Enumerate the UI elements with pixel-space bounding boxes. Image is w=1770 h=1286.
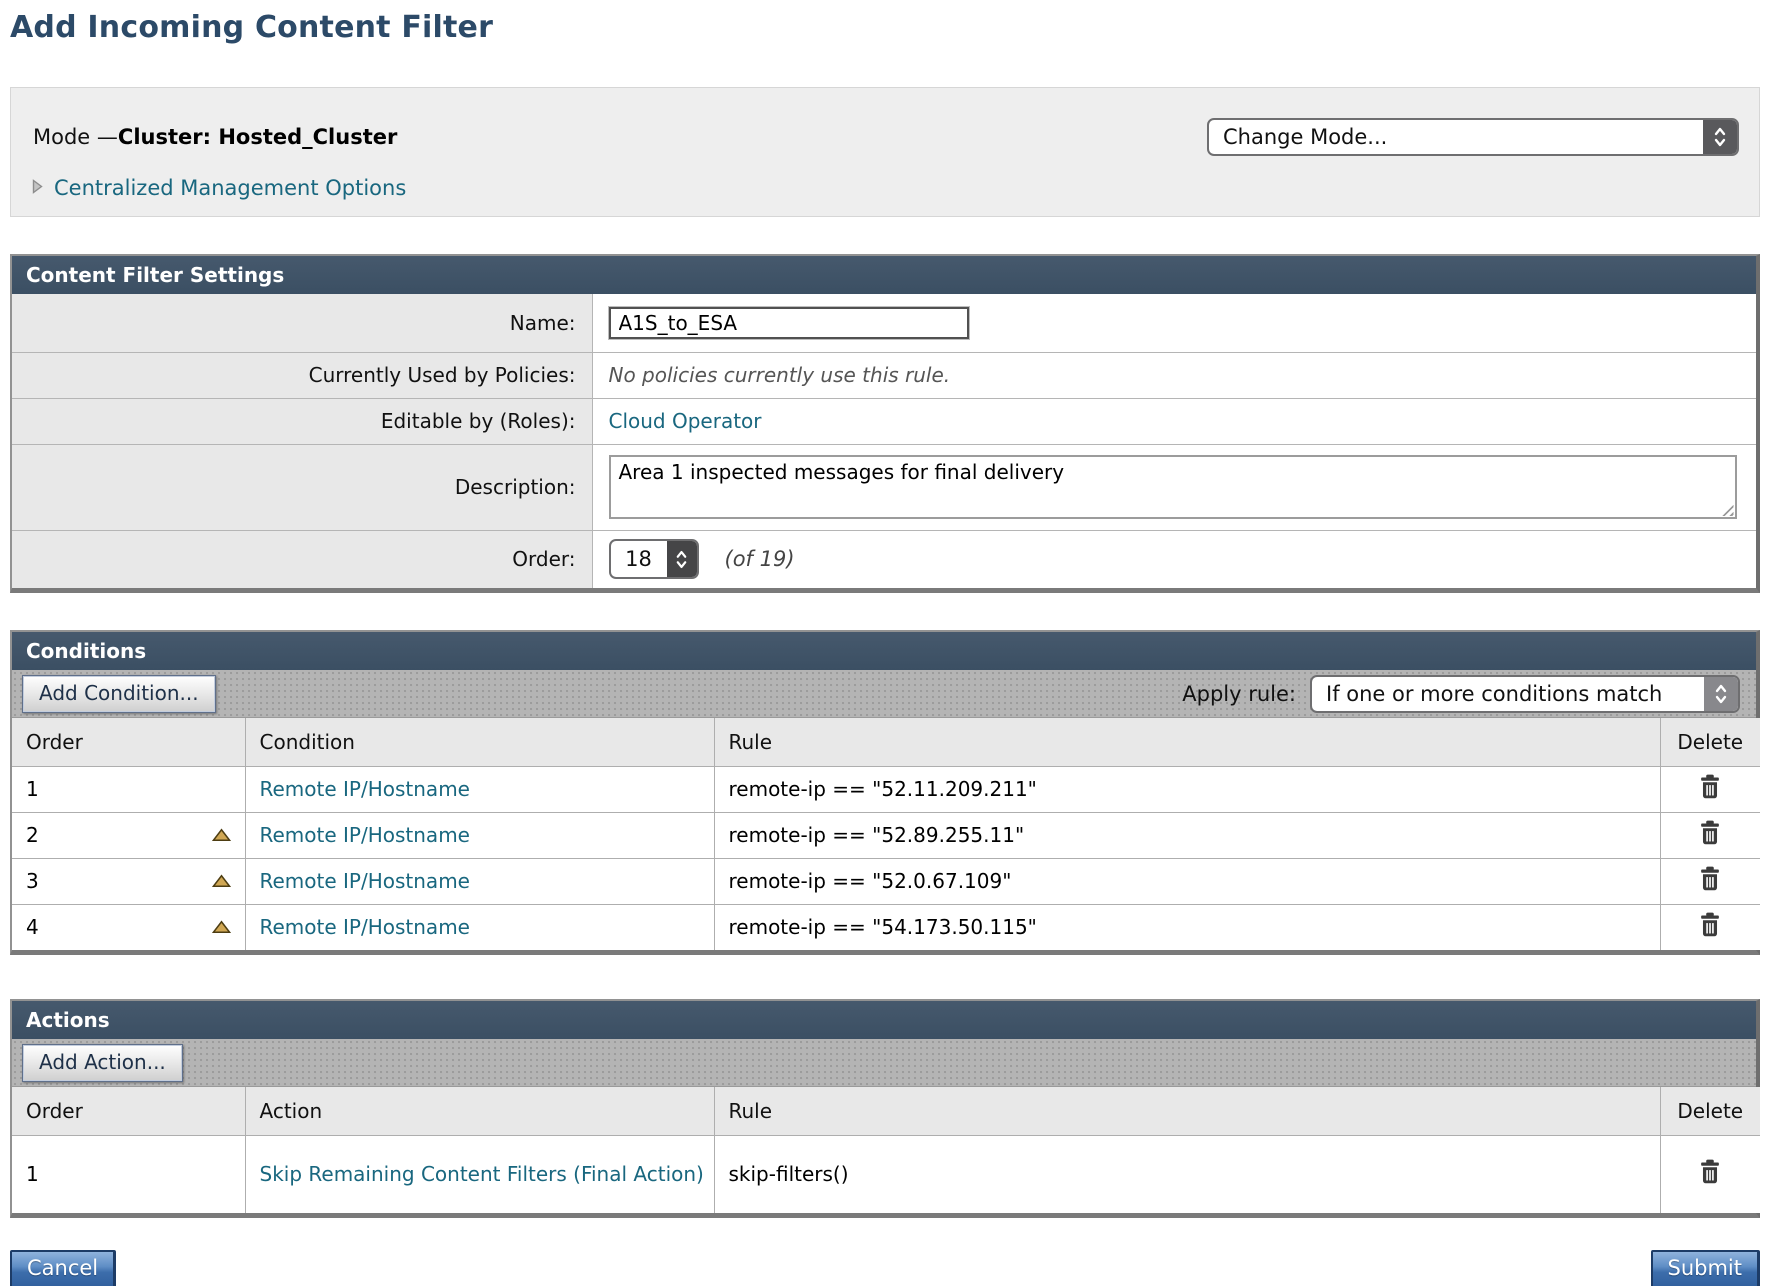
actions-panel-header: Actions: [12, 1001, 1756, 1039]
condition-order: 4: [26, 915, 39, 939]
actions-col-action: Action: [245, 1087, 714, 1135]
description-textarea[interactable]: Area 1 inspected messages for final deli…: [609, 455, 1737, 519]
condition-row: 3 Remote IP/Hostname remote-ip == "52.0.…: [12, 858, 1760, 904]
trash-icon[interactable]: [1697, 773, 1723, 800]
condition-link[interactable]: Remote IP/Hostname: [260, 823, 470, 847]
trash-icon[interactable]: [1697, 819, 1723, 846]
mode-value: Cluster: Hosted_Cluster: [118, 125, 397, 149]
condition-link[interactable]: Remote IP/Hostname: [260, 777, 470, 801]
up-down-chevrons-icon: [1704, 677, 1738, 711]
order-select-value: 18: [611, 541, 667, 577]
policies-value: No policies currently use this rule.: [592, 352, 1756, 398]
page-title: Add Incoming Content Filter: [10, 10, 1770, 45]
condition-rule: remote-ip == "52.89.255.11": [729, 823, 1025, 847]
cloud-operator-link[interactable]: Cloud Operator: [609, 409, 762, 433]
settings-row-editable: Editable by (Roles): Cloud Operator: [12, 398, 1756, 444]
centralized-management-options-link[interactable]: Centralized Management Options: [54, 176, 406, 200]
conditions-panel-header: Conditions: [12, 632, 1756, 670]
condition-link[interactable]: Remote IP/Hostname: [260, 915, 470, 939]
settings-row-order: Order: 18 (of 19): [12, 530, 1756, 588]
apply-rule-select[interactable]: If one or more conditions match: [1310, 675, 1740, 713]
order-label: Order:: [12, 530, 592, 588]
settings-panel-header: Content Filter Settings: [12, 256, 1756, 294]
footer: Cancel Submit: [10, 1250, 1760, 1286]
description-label: Description:: [12, 444, 592, 530]
add-condition-button[interactable]: Add Condition...: [22, 675, 216, 713]
right-triangle-icon: [31, 178, 44, 199]
move-up-triangle-icon[interactable]: [212, 920, 231, 934]
move-up-triangle-icon[interactable]: [212, 828, 231, 842]
condition-row: 4 Remote IP/Hostname remote-ip == "54.17…: [12, 904, 1760, 950]
conditions-header-row: Order Condition Rule Delete: [12, 718, 1760, 766]
action-rule: skip-filters(): [729, 1162, 849, 1186]
conditions-col-order: Order: [12, 718, 245, 766]
actions-col-rule: Rule: [714, 1087, 1660, 1135]
actions-col-delete: Delete: [1660, 1087, 1760, 1135]
apply-rule-label: Apply rule:: [1182, 682, 1296, 706]
up-down-chevrons-icon: [1703, 120, 1737, 154]
actions-panel: Actions Add Action... Order Action Rule …: [10, 999, 1760, 1218]
order-select[interactable]: 18: [609, 539, 699, 579]
condition-order: 3: [26, 869, 39, 893]
actions-toolbar: Add Action...: [12, 1039, 1756, 1087]
mode-panel: Mode —Cluster: Hosted_Cluster Change Mod…: [10, 87, 1760, 217]
condition-row: 1 Remote IP/Hostname remote-ip == "52.11…: [12, 766, 1760, 812]
conditions-col-condition: Condition: [245, 718, 714, 766]
condition-order: 1: [26, 777, 39, 801]
action-row: 1 Skip Remaining Content Filters (Final …: [12, 1135, 1760, 1213]
conditions-panel: Conditions Add Condition... Apply rule: …: [10, 630, 1760, 955]
name-label: Name:: [12, 294, 592, 352]
add-incoming-content-filter-page: Add Incoming Content Filter Mode —Cluste…: [0, 0, 1770, 1286]
settings-row-policies: Currently Used by Policies: No policies …: [12, 352, 1756, 398]
condition-rule: remote-ip == "54.173.50.115": [729, 915, 1037, 939]
actions-header-row: Order Action Rule Delete: [12, 1087, 1760, 1135]
trash-icon[interactable]: [1697, 1158, 1723, 1185]
up-down-chevrons-icon: [667, 541, 697, 577]
actions-col-order: Order: [12, 1087, 245, 1135]
action-link[interactable]: Skip Remaining Content Filters (Final Ac…: [260, 1156, 704, 1193]
change-mode-select[interactable]: Change Mode...: [1207, 118, 1739, 156]
add-action-button[interactable]: Add Action...: [22, 1044, 183, 1082]
content-filter-settings-panel: Content Filter Settings Name: Currently …: [10, 254, 1760, 593]
centralized-management-row[interactable]: Centralized Management Options: [31, 176, 1759, 200]
move-up-triangle-icon[interactable]: [212, 874, 231, 888]
condition-order: 2: [26, 823, 39, 847]
conditions-toolbar: Add Condition... Apply rule: If one or m…: [12, 670, 1756, 718]
condition-link[interactable]: Remote IP/Hostname: [260, 869, 470, 893]
submit-button[interactable]: Submit: [1651, 1250, 1761, 1286]
conditions-col-rule: Rule: [714, 718, 1660, 766]
settings-row-description: Description: Area 1 inspected messages f…: [12, 444, 1756, 530]
policies-label: Currently Used by Policies:: [12, 352, 592, 398]
editable-label: Editable by (Roles):: [12, 398, 592, 444]
cancel-button[interactable]: Cancel: [10, 1250, 116, 1286]
trash-icon[interactable]: [1697, 865, 1723, 892]
apply-rule-select-value: If one or more conditions match: [1312, 677, 1704, 711]
condition-row: 2 Remote IP/Hostname remote-ip == "52.89…: [12, 812, 1760, 858]
mode-label: Mode —: [33, 125, 118, 149]
trash-icon[interactable]: [1697, 911, 1723, 938]
condition-rule: remote-ip == "52.11.209.211": [729, 777, 1037, 801]
change-mode-select-value: Change Mode...: [1209, 120, 1703, 154]
order-total-text: (of 19): [725, 547, 795, 571]
mode-text: Mode —Cluster: Hosted_Cluster: [33, 125, 397, 149]
action-order: 1: [26, 1162, 39, 1186]
settings-row-name: Name:: [12, 294, 1756, 352]
condition-rule: remote-ip == "52.0.67.109": [729, 869, 1012, 893]
conditions-col-delete: Delete: [1660, 718, 1760, 766]
name-input[interactable]: [609, 307, 969, 339]
